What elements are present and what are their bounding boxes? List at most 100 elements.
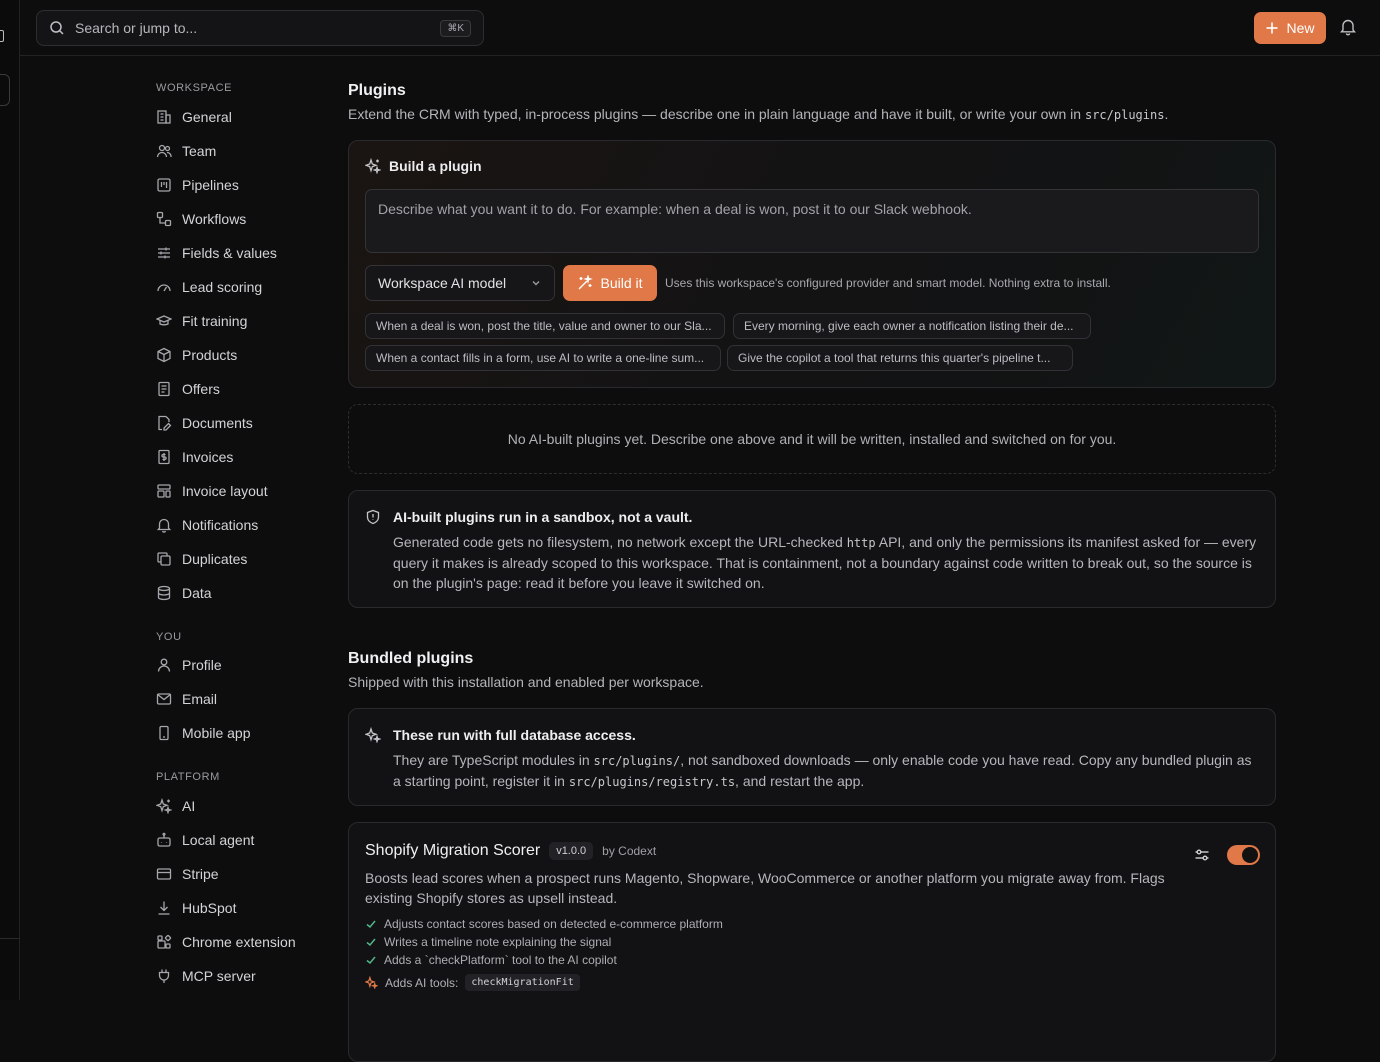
graduation-cap-icon [156,315,172,326]
sidebar-item-profile[interactable]: Profile [156,650,222,680]
bundled-notice: These run with full database access. The… [348,708,1276,806]
search-placeholder: Search or jump to... [75,20,198,36]
sidebar-item-offers[interactable]: Offers [156,374,220,404]
check-icon [366,956,376,965]
subtitle-text: Extend the CRM with typed, in-process pl… [348,106,1082,122]
sidebar-item-label: Lead scoring [182,279,263,295]
sidebar-item-email[interactable]: Email [156,684,217,714]
receipt-icon [158,449,170,465]
feature-item: Adjusts contact scores based on detected… [365,915,723,933]
sidebar-item-pipelines[interactable]: Pipelines [156,170,239,200]
notifications-bell-icon[interactable] [1340,18,1356,36]
sidebar-item-local-agent[interactable]: Local agent [156,825,254,855]
feature-text: Adds a `checkPlatform` tool to the AI co… [384,953,617,967]
ai-model-select[interactable]: Workspace AI model [365,265,555,301]
sidebar-item-team[interactable]: Team [156,136,216,166]
plugin-description: Boosts lead scores when a prospect runs … [365,870,1165,906]
settings-sliders-icon[interactable] [1194,847,1210,863]
shield-icon [366,509,380,525]
plugin-header: Shopify Migration Scorer v1.0.0 by Codex… [365,842,656,860]
build-it-button[interactable]: Build it [563,265,657,301]
sidebar-item-products[interactable]: Products [156,340,237,370]
sidebar-item-label: Invoices [182,449,234,465]
sidebar-item-label: Mobile app [182,725,251,741]
sidebar-item-label: Stripe [182,866,219,882]
layout-icon [157,484,171,498]
build-plugin-title-text: Build a plugin [389,158,482,174]
sidebar-item-workflows[interactable]: Workflows [156,204,246,234]
sidebar-item-label: HubSpot [182,900,237,916]
sidebar-item-label: MCP server [182,968,256,984]
sidebar-item-notifications[interactable]: Notifications [156,510,258,540]
page-title: Plugins [348,82,406,99]
file-edit-icon [158,415,172,431]
suggestion-chip[interactable]: When a deal is won, post the title, valu… [365,313,725,339]
sidebar-heading-platform: PLATFORM [156,771,220,783]
plugin-description-textarea[interactable]: Describe what you want it to do. For exa… [365,189,1259,253]
magic-wand-icon [578,275,594,290]
plus-icon [1266,22,1278,34]
bundled-body-c: , and restart the app. [735,773,865,789]
feature-text: Writes a timeline note explaining the si… [384,935,612,949]
sidebar-item-invoices[interactable]: Invoices [156,442,233,472]
workflow-icon [156,211,172,227]
bundled-plugins-title: Bundled plugins [348,650,474,667]
sidebar-item-mobile-app[interactable]: Mobile app [156,718,251,748]
sidebar-item-chrome-extension[interactable]: Chrome extension [156,927,296,957]
sidebar-item-fit-training[interactable]: Fit training [156,306,247,336]
credit-card-icon [156,868,172,880]
suggestion-chip[interactable]: When a contact fills in a form, use AI t… [365,345,721,371]
sidebar-heading-you: YOU [156,631,182,643]
mail-icon [156,693,172,705]
sidebar-item-label: Offers [182,381,220,397]
check-icon [366,920,376,929]
build-plugin-title: Build a plugin [365,158,482,174]
sidebar-item-invoice-layout[interactable]: Invoice layout [156,476,268,506]
sidebar-item-lead-scoring[interactable]: Lead scoring [156,272,262,302]
sidebar-item-label: Workflows [182,211,247,227]
sidebar-item-fields-values[interactable]: Fields & values [156,238,277,268]
new-button-label: New [1286,20,1315,36]
plugin-enabled-toggle[interactable] [1227,845,1260,865]
database-icon [157,585,171,601]
search-shortcut: ⌘K [440,19,471,37]
suggestion-chip[interactable]: Give the copilot a tool that returns thi… [727,345,1073,371]
bundled-notice-title: These run with full database access. [393,727,636,743]
search-input[interactable]: Search or jump to... ⌘K [36,10,484,46]
sidebar-item-label: Profile [182,657,222,673]
copy-icon [157,552,171,566]
sidebar-item-hubspot[interactable]: HubSpot [156,893,236,923]
sidebar-item-duplicates[interactable]: Duplicates [156,544,247,574]
check-icon [366,938,376,947]
collapse-sidebar-icon[interactable] [0,30,4,42]
feature-text: Adjusts contact scores based on detected… [384,917,723,931]
sandbox-body-code: http [846,536,876,550]
puzzle-icon [365,727,381,743]
box-icon [157,347,171,363]
sidebar-item-label: Pipelines [182,177,239,193]
bundled-plugins-subtitle: Shipped with this installation and enabl… [348,674,704,690]
plugin-author: by Codext [602,844,657,858]
plugin-ai-tools: Adds AI tools: checkMigrationFit [365,974,580,991]
sandbox-notice-title: AI-built plugins run in a sandbox, not a… [393,509,693,525]
rail-active-item[interactable] [0,74,10,106]
build-hint: Uses this workspace's configured provide… [665,276,1111,290]
suggestion-chip[interactable]: Every morning, give each owner a notific… [733,313,1091,339]
bot-icon [157,832,171,847]
new-button[interactable]: New [1254,12,1326,44]
sidebar-item-documents[interactable]: Documents [156,408,253,438]
feature-item: Adds a `checkPlatform` tool to the AI co… [365,951,723,969]
ai-model-select-value: Workspace AI model [378,275,507,291]
plugin-features: Adjusts contact scores based on detected… [365,915,723,969]
sandbox-body-a: Generated code gets no filesystem, no ne… [393,534,843,550]
sliders-icon [158,247,170,259]
sidebar-item-ai[interactable]: AI [156,791,195,821]
bundled-body-a: They are TypeScript modules in [393,752,590,768]
sidebar-item-label: Fields & values [182,245,277,261]
sidebar-item-general[interactable]: General [156,102,232,132]
app-rail [0,0,20,1000]
sidebar-item-data[interactable]: Data [156,578,212,608]
sidebar-item-mcp-server[interactable]: MCP server [156,961,256,991]
sidebar-item-stripe[interactable]: Stripe [156,859,219,889]
bundled-notice-body: They are TypeScript modules in src/plugi… [393,750,1261,792]
